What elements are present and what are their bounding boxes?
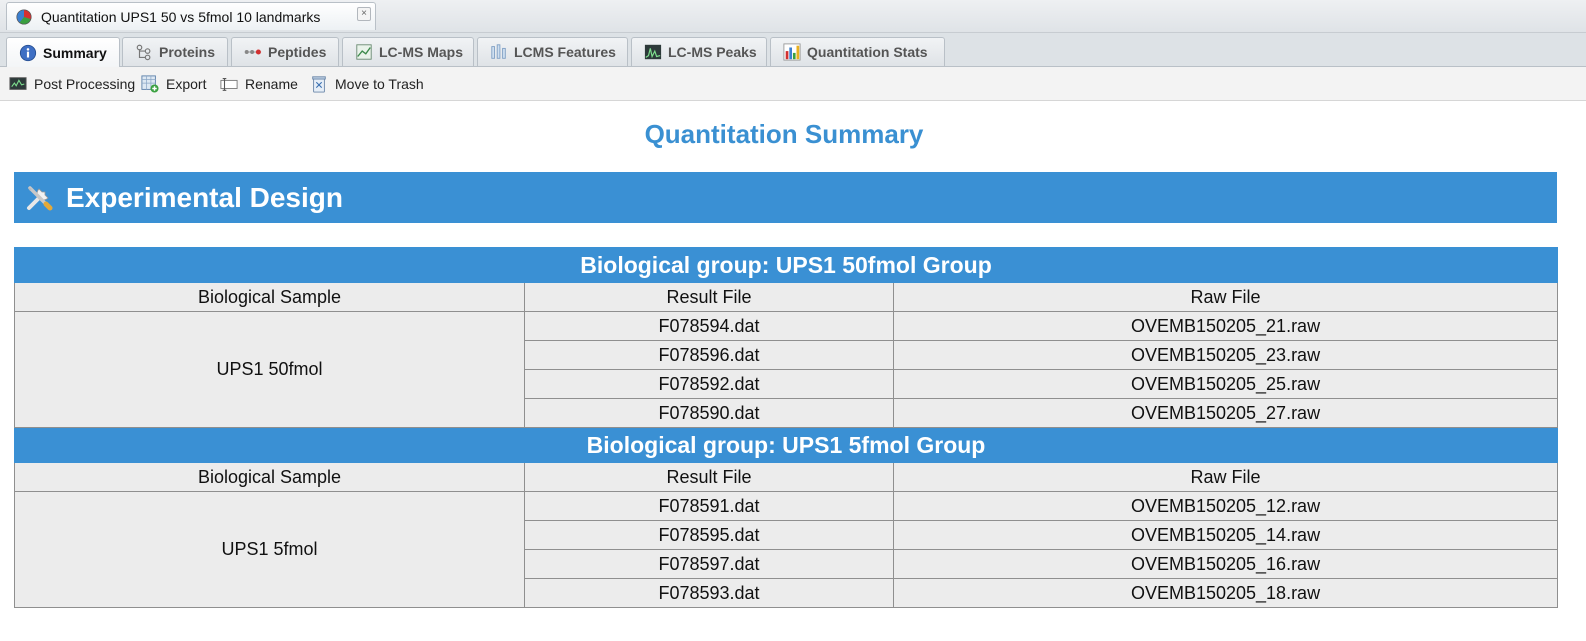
- tab-label: LCMS Features: [514, 44, 616, 60]
- tab-label: LC-MS Peaks: [668, 44, 757, 60]
- features-icon: [491, 44, 506, 59]
- export-button[interactable]: Export: [141, 73, 206, 95]
- raw-file: OVEMB150205_18.raw: [892, 578, 1559, 608]
- result-file: F078591.dat: [524, 491, 894, 521]
- page-title: Quantitation Summary: [644, 119, 924, 149]
- tab-lc-ms-peaks[interactable]: LC-MS Peaks: [631, 37, 767, 66]
- result-file: F078597.dat: [524, 549, 894, 579]
- map-icon: [356, 44, 372, 60]
- table-row: UPS1 5fmol F078591.dat OVEMB150205_12.ra…: [14, 491, 1559, 608]
- column-header: Result File: [524, 462, 894, 492]
- raw-file: OVEMB150205_23.raw: [892, 340, 1559, 370]
- bar-chart-icon: [783, 43, 801, 61]
- raw-file: OVEMB150205_14.raw: [892, 520, 1559, 550]
- raw-file: OVEMB150205_12.raw: [892, 491, 1559, 521]
- result-file: F078596.dat: [524, 340, 894, 370]
- tab-label: Quantitation Stats: [807, 44, 928, 60]
- raw-file: OVEMB150205_25.raw: [892, 369, 1559, 399]
- result-file: F078595.dat: [524, 520, 894, 550]
- toolbar: Post Processing Export Rename Move to Tr…: [0, 67, 1586, 101]
- tab-label: Summary: [43, 44, 107, 61]
- biological-sample: UPS1 50fmol: [14, 311, 525, 428]
- tab-peptides[interactable]: Peptides: [231, 37, 339, 66]
- raw-file: OVEMB150205_21.raw: [892, 311, 1559, 341]
- view-tab-bar: Summary Proteins Peptides LC-MS Maps LCM…: [0, 33, 1586, 67]
- result-file: F078590.dat: [524, 398, 894, 428]
- trash-icon: [312, 76, 326, 93]
- column-header: Result File: [524, 282, 894, 312]
- tools-icon: [27, 185, 53, 210]
- peaks-icon: [644, 44, 662, 60]
- tab-label: Proteins: [159, 44, 216, 60]
- monitor-icon: [9, 77, 27, 90]
- tab-summary[interactable]: Summary: [6, 37, 120, 67]
- result-file: F078592.dat: [524, 369, 894, 399]
- pie-chart-icon: [16, 8, 32, 25]
- tab-proteins[interactable]: Proteins: [122, 37, 228, 66]
- tab-lc-ms-maps[interactable]: LC-MS Maps: [342, 37, 474, 66]
- move-to-trash-label: Move to Trash: [335, 76, 424, 92]
- tab-lcms-features[interactable]: LCMS Features: [477, 37, 628, 66]
- export-icon: [141, 75, 159, 93]
- window-tab-bar: Quantitation UPS1 50 vs 5fmol 10 landmar…: [0, 0, 1586, 33]
- column-header: Raw File: [892, 462, 1559, 492]
- rename-button[interactable]: Rename: [220, 73, 298, 95]
- experimental-design-header: Experimental Design: [14, 172, 1557, 223]
- group-title: Biological group: UPS1 50fmol Group: [13, 247, 1559, 283]
- result-file: F078594.dat: [524, 311, 894, 341]
- tree-icon: [136, 44, 151, 61]
- close-icon[interactable]: ×: [357, 7, 371, 21]
- move-to-trash-button[interactable]: Move to Trash: [310, 73, 424, 95]
- post-processing-button[interactable]: Post Processing: [9, 73, 135, 95]
- peptide-icon: [244, 49, 262, 55]
- tab-quantitation-stats[interactable]: Quantitation Stats: [770, 37, 945, 66]
- summary-panel: Quantitation Summary Experimental Design…: [4, 101, 1564, 641]
- export-label: Export: [166, 76, 207, 92]
- table-row: UPS1 50fmol F078594.dat OVEMB150205_21.r…: [14, 311, 1559, 428]
- tab-label: Peptides: [268, 44, 327, 60]
- rename-label: Rename: [245, 76, 298, 92]
- raw-file: OVEMB150205_27.raw: [892, 398, 1559, 428]
- post-processing-label: Post Processing: [34, 76, 136, 92]
- window-tab-title: Quantitation UPS1 50 vs 5fmol 10 landmar…: [41, 8, 321, 25]
- column-header: Raw File: [892, 282, 1559, 312]
- section-title: Experimental Design: [66, 181, 343, 213]
- biological-group-table: Biological group: UPS1 50fmol Group Biol…: [13, 247, 1559, 608]
- column-header: Biological Sample: [14, 462, 525, 492]
- column-header: Biological Sample: [14, 282, 525, 312]
- group-title: Biological group: UPS1 5fmol Group: [13, 427, 1559, 463]
- biological-sample: UPS1 5fmol: [14, 491, 525, 608]
- info-icon: [19, 44, 37, 61]
- raw-file: OVEMB150205_16.raw: [892, 549, 1559, 579]
- rename-icon: [220, 78, 238, 91]
- tab-label: LC-MS Maps: [379, 44, 463, 60]
- window-tab[interactable]: Quantitation UPS1 50 vs 5fmol 10 landmar…: [6, 2, 376, 30]
- result-file: F078593.dat: [524, 578, 894, 608]
